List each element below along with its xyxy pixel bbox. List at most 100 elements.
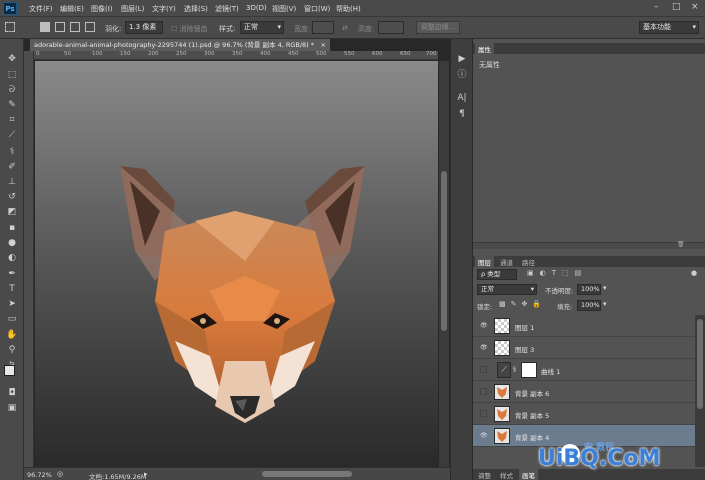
feather-input[interactable]: 1.3 像素 (125, 21, 163, 34)
rectangle-tool-icon[interactable]: ▭ (4, 313, 20, 326)
maximize-button[interactable]: □ (672, 2, 681, 12)
menu-type[interactable]: 文字(Y) (152, 4, 176, 14)
layer-name: 图层 3 (515, 346, 535, 354)
chevron-right-icon[interactable]: ▸ (144, 470, 148, 478)
info-icon[interactable]: ⓘ (456, 69, 468, 81)
close-button[interactable]: × (691, 2, 699, 12)
layer-filter-icons[interactable]: ▣◐T⬚▤ (527, 269, 587, 277)
intersect-selection-icon[interactable] (85, 22, 95, 32)
lock-icons[interactable]: ▩✎✥🔒 (499, 300, 546, 308)
trash-icon[interactable]: 🗑 (677, 241, 685, 248)
scrollbar-thumb[interactable] (441, 171, 447, 331)
healing-brush-tool-icon[interactable]: ⚕ (4, 146, 20, 159)
canvas[interactable] (35, 61, 438, 467)
menu-bar: Ps 文件(F) 编辑(E) 图像(I) 图层(L) 文字(Y) 选择(S) 滤… (0, 0, 705, 17)
menu-help[interactable]: 帮助(H) (336, 4, 361, 14)
move-tool-icon[interactable]: ✥ (4, 53, 20, 66)
tab-paths[interactable]: 路径 (519, 256, 538, 268)
ruler-label: 400 (260, 51, 271, 57)
layer-row[interactable]: 背景 副本 5 (473, 403, 695, 425)
close-tab-icon[interactable]: × (321, 39, 326, 51)
menu-filter[interactable]: 滤镜(T) (215, 4, 239, 14)
visibility-toggle-off[interactable] (480, 410, 487, 417)
scrollbar-thumb[interactable] (697, 319, 703, 409)
subtract-selection-icon[interactable] (70, 22, 80, 32)
visibility-toggle-off[interactable] (480, 366, 487, 373)
tab-channels[interactable]: 通道 (497, 256, 516, 268)
ruler-vertical (24, 51, 34, 467)
menu-select[interactable]: 选择(S) (184, 4, 208, 14)
layer-row[interactable]: ⟋ § 曲线 1 (473, 359, 695, 381)
menu-view[interactable]: 视图(V) (272, 4, 296, 14)
play-icon[interactable]: ▶ (456, 53, 468, 65)
quick-select-tool-icon[interactable]: ✎ (4, 99, 20, 112)
zoom-tool-icon[interactable]: ⚲ (4, 344, 20, 357)
chevron-down-icon[interactable]: ▾ (603, 284, 607, 292)
tab-brush[interactable]: 画笔 (519, 469, 538, 480)
layer-row[interactable]: 背景 副本 6 (473, 381, 695, 403)
zoom-level[interactable]: 96.72% (27, 471, 52, 479)
tab-styles[interactable]: 样式 (497, 469, 516, 480)
tab-adjustments[interactable]: 调整 (475, 469, 494, 480)
layer-mask-thumbnail[interactable] (521, 362, 537, 378)
menu-window[interactable]: 窗口(W) (304, 4, 330, 14)
swap-icon[interactable]: ⇄ (342, 24, 348, 32)
path-select-tool-icon[interactable]: ➤ (4, 298, 20, 311)
style-select[interactable]: 正常 ▾ (240, 21, 284, 34)
width-input[interactable] (312, 21, 334, 34)
workspace-select[interactable]: 基本功能 ▾ (639, 21, 699, 34)
marquee-tool-icon[interactable]: ⬚ (4, 69, 20, 82)
screen-mode-icon[interactable]: ▣ (4, 402, 20, 415)
chevron-down-icon[interactable]: ▾ (603, 300, 607, 308)
clone-stamp-tool-icon[interactable]: ⊥ (4, 176, 20, 189)
visibility-eye-icon[interactable]: 👁 (480, 322, 488, 329)
tab-layers[interactable]: 图层 (475, 256, 494, 268)
menu-file[interactable]: 文件(F) (29, 4, 53, 14)
antialias-checkbox[interactable]: ☐ 消除锯齿 (171, 24, 208, 34)
blur-tool-icon[interactable]: ● (4, 237, 20, 250)
refine-edge-button[interactable]: 调整边缘... (416, 21, 460, 34)
new-selection-icon[interactable] (40, 22, 50, 32)
menu-3d[interactable]: 3D(D) (246, 4, 267, 12)
pen-tool-icon[interactable]: ✒ (4, 268, 20, 281)
visibility-eye-icon[interactable]: 👁 (480, 344, 488, 351)
hand-tool-icon[interactable]: ✋ (4, 329, 20, 342)
status-info-icon[interactable]: ◎ (57, 470, 63, 478)
filter-toggle-icon[interactable]: ● (691, 269, 697, 277)
menu-layer[interactable]: 图层(L) (121, 4, 144, 14)
type-tool-icon[interactable]: T (4, 283, 20, 296)
gradient-tool-icon[interactable]: ▪ (4, 222, 20, 235)
character-icon[interactable]: A| (456, 92, 468, 104)
layer-row[interactable]: 👁 图层 1 (473, 315, 695, 337)
layer-row[interactable]: 👁 图层 3 (473, 337, 695, 359)
eyedropper-tool-icon[interactable]: ⟋ (4, 129, 20, 142)
paragraph-icon[interactable]: ¶ (456, 108, 468, 120)
horizontal-scrollbar-thumb[interactable] (262, 471, 352, 477)
ruler-label: 500 (316, 51, 327, 57)
visibility-toggle-off[interactable] (480, 388, 487, 395)
lasso-tool-icon[interactable]: ᘐ (4, 84, 20, 97)
height-input[interactable] (378, 21, 404, 34)
quick-mask-icon[interactable]: ◘ (4, 387, 20, 400)
dodge-tool-icon[interactable]: ◐ (4, 252, 20, 265)
opacity-input[interactable]: 100% (577, 284, 601, 295)
crop-tool-icon[interactable]: ⌗ (4, 114, 20, 127)
tab-properties[interactable]: 属性 (475, 43, 494, 55)
fill-input[interactable]: 100% (577, 300, 601, 311)
blend-mode-select[interactable]: 正常 ▾ (477, 284, 537, 295)
eraser-tool-icon[interactable]: ◩ (4, 206, 20, 219)
layer-filter-select[interactable]: ρ 类型 (477, 269, 517, 280)
minimize-button[interactable]: – (654, 2, 659, 12)
add-selection-icon[interactable] (55, 22, 65, 32)
brush-tool-icon[interactable]: ✐ (4, 161, 20, 174)
menu-edit[interactable]: 编辑(E) (60, 4, 84, 14)
visibility-eye-icon[interactable]: 👁 (480, 432, 488, 439)
vertical-scrollbar[interactable] (439, 61, 449, 467)
history-brush-tool-icon[interactable]: ↺ (4, 191, 20, 204)
ruler-label: 600 (372, 51, 383, 57)
properties-footer: 🗑 (473, 241, 705, 249)
document-tab[interactable]: adorable-animal-animal-photography-22957… (30, 39, 330, 51)
foreground-color-swatch[interactable] (4, 365, 15, 376)
marquee-tool-icon[interactable] (5, 22, 15, 32)
menu-image[interactable]: 图像(I) (91, 4, 113, 14)
